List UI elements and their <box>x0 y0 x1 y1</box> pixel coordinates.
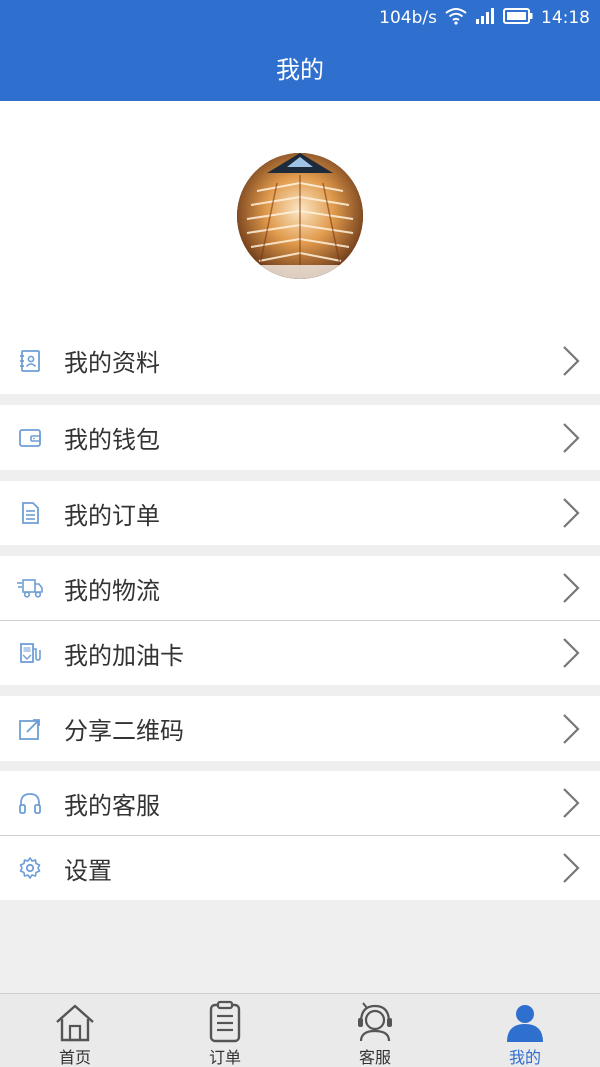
menu-item-settings[interactable]: 设置 <box>0 836 600 900</box>
document-icon <box>17 500 43 526</box>
clipboard-icon <box>203 1000 247 1044</box>
chevron-right-icon <box>560 422 582 454</box>
menu-item-label: 我的订单 <box>64 501 160 530</box>
tab-label: 订单 <box>208 1048 241 1067</box>
menu-item-profile[interactable]: 我的资料 <box>0 327 600 394</box>
page-title: 我的 <box>276 56 324 84</box>
menu-item-label: 我的资料 <box>64 349 160 377</box>
menu-item-wallet[interactable]: 我的钱包 <box>0 405 600 470</box>
wifi-icon <box>445 7 467 30</box>
chevron-right-icon <box>560 852 582 884</box>
menu-item-logistics[interactable]: 我的物流 <box>0 556 600 620</box>
tab-mine[interactable]: 我的 <box>450 994 600 1067</box>
truck-icon <box>17 575 43 601</box>
menu-item-label: 我的客服 <box>64 791 160 820</box>
app-header: 104b/s 14:18 我的 <box>0 0 600 101</box>
tab-home[interactable]: 首页 <box>0 994 150 1067</box>
gear-icon <box>17 855 43 881</box>
fuel-pump-icon <box>17 640 43 666</box>
chevron-right-icon <box>560 713 582 745</box>
status-indicators: 104b/s 14:18 <box>379 7 590 29</box>
avatar[interactable] <box>237 153 363 279</box>
tab-service[interactable]: 客服 <box>300 994 450 1067</box>
chevron-right-icon <box>560 345 582 377</box>
user-icon <box>503 1000 547 1044</box>
menu-item-label: 设置 <box>64 856 112 885</box>
profile-header <box>0 101 600 327</box>
chevron-right-icon <box>560 637 582 669</box>
menu-item-customer-service[interactable]: 我的客服 <box>0 771 600 835</box>
battery-icon <box>503 7 533 29</box>
tab-orders[interactable]: 订单 <box>150 994 300 1067</box>
clock: 14:18 <box>541 8 590 28</box>
signal-icon <box>475 7 495 29</box>
network-speed: 104b/s <box>379 8 437 28</box>
menu-item-orders[interactable]: 我的订单 <box>0 481 600 545</box>
tab-label: 客服 <box>358 1048 391 1067</box>
menu-item-label: 我的物流 <box>64 576 160 605</box>
menu-item-label: 分享二维码 <box>64 717 184 745</box>
headset-agent-icon <box>353 1000 397 1044</box>
chevron-right-icon <box>560 572 582 604</box>
status-bar: 104b/s 14:18 <box>0 0 600 36</box>
menu-item-label: 我的钱包 <box>64 426 160 454</box>
wallet-icon <box>17 425 43 451</box>
contact-book-icon <box>17 348 43 374</box>
menu-item-share-qr[interactable]: 分享二维码 <box>0 696 600 761</box>
chevron-right-icon <box>560 497 582 529</box>
home-icon <box>53 1000 97 1044</box>
tab-label: 首页 <box>58 1048 91 1067</box>
chevron-right-icon <box>560 787 582 819</box>
menu-item-label: 我的加油卡 <box>64 641 184 670</box>
bottom-tab-bar: 首页 订单 客服 我的 <box>0 993 600 1067</box>
share-edit-icon <box>17 716 43 742</box>
menu-item-fuel-card[interactable]: 我的加油卡 <box>0 621 600 685</box>
tab-label: 我的 <box>508 1048 541 1067</box>
headphones-icon <box>17 790 43 816</box>
